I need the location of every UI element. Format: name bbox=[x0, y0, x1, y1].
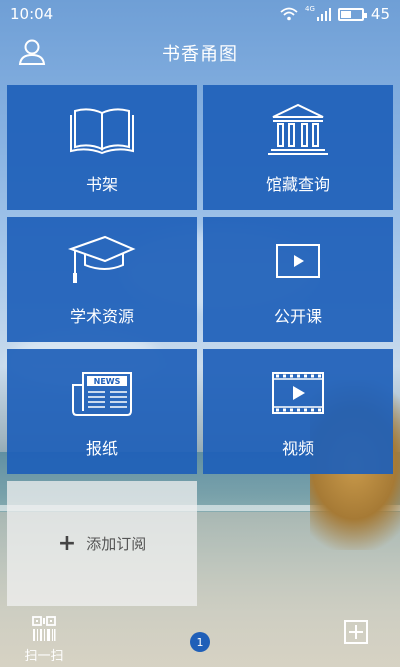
signal-icon bbox=[316, 7, 331, 21]
status-icons: 4G 45 bbox=[280, 5, 390, 23]
battery-icon bbox=[337, 7, 367, 21]
newspaper-icon: NEWS bbox=[72, 371, 132, 416]
plus-icon: + bbox=[57, 530, 77, 556]
tile-video[interactable]: 视频 bbox=[203, 349, 393, 474]
user-profile-icon[interactable] bbox=[18, 38, 46, 66]
app-header: 书香甬图 bbox=[0, 28, 400, 78]
newspaper-icon-text: NEWS bbox=[94, 377, 121, 386]
scan-button[interactable]: 扫一扫 bbox=[22, 616, 66, 664]
tile-newspaper[interactable]: NEWS 报纸 bbox=[7, 349, 197, 474]
wifi-icon bbox=[280, 7, 298, 21]
page-indicator: 1 bbox=[190, 632, 210, 652]
add-subscription-label: 添加订阅 bbox=[86, 535, 147, 553]
tile-label: 学术资源 bbox=[69, 306, 134, 326]
video-film-icon bbox=[272, 371, 324, 414]
play-screen-icon bbox=[276, 243, 320, 278]
tile-label: 公开课 bbox=[273, 306, 322, 326]
tile-label: 视频 bbox=[281, 438, 314, 458]
bottom-bar: 扫一扫 1 bbox=[0, 610, 400, 667]
tile-open-course[interactable]: 公开课 bbox=[203, 217, 393, 342]
tile-label: 报纸 bbox=[85, 438, 118, 458]
add-subscription-button[interactable]: + 添加订阅 bbox=[7, 481, 197, 606]
tile-bookshelf[interactable]: 书架 bbox=[7, 85, 197, 210]
graduation-cap-icon bbox=[67, 235, 136, 283]
battery-fill bbox=[340, 10, 351, 18]
network-type-label: 4G bbox=[305, 5, 315, 13]
book-icon bbox=[70, 107, 134, 154]
page-title: 书香甬图 bbox=[162, 44, 238, 65]
tile-academic-resources[interactable]: 学术资源 bbox=[7, 217, 197, 342]
status-bar: 10:04 4G 45 bbox=[0, 0, 400, 28]
tile-label: 书架 bbox=[85, 174, 118, 194]
tile-label: 馆藏查询 bbox=[265, 174, 330, 194]
add-icon[interactable] bbox=[344, 620, 368, 644]
scan-label: 扫一扫 bbox=[24, 649, 64, 664]
status-time: 10:04 bbox=[10, 5, 54, 23]
qr-scan-icon bbox=[32, 616, 56, 641]
library-building-icon bbox=[268, 103, 328, 155]
tile-collection-search[interactable]: 馆藏查询 bbox=[203, 85, 393, 210]
battery-level: 45 bbox=[370, 5, 390, 23]
